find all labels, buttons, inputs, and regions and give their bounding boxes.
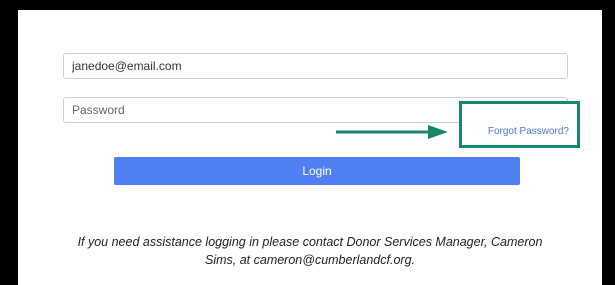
help-text: If you need assistance logging in please… xyxy=(18,233,602,269)
login-button[interactable]: Login xyxy=(114,157,520,185)
login-panel: Forgot Password? Login If you need assis… xyxy=(18,10,602,285)
email-field[interactable] xyxy=(63,53,568,79)
right-arrow-icon xyxy=(336,125,448,139)
help-text-line2: Sims, at cameron@cumberlandcf.org. xyxy=(205,253,415,267)
help-text-line1: If you need assistance logging in please… xyxy=(77,235,543,249)
forgot-password-highlight: Forgot Password? xyxy=(459,101,580,148)
forgot-password-link[interactable]: Forgot Password? xyxy=(488,126,569,137)
